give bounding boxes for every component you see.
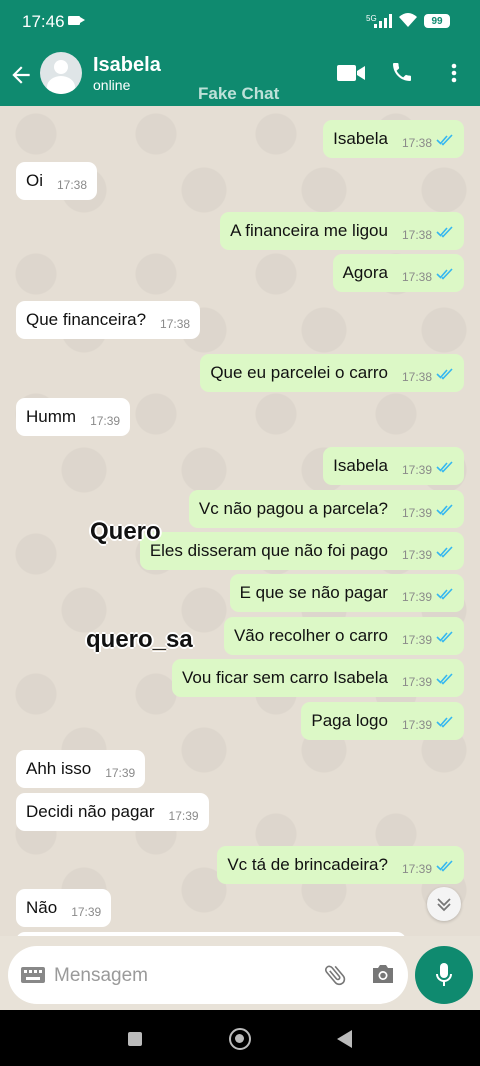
overlay-text-1: Quero — [90, 518, 161, 545]
battery-icon: 99 — [424, 14, 450, 28]
message-text: Ahh isso — [26, 759, 92, 778]
message-text: Humm — [26, 407, 77, 426]
message-time: 17:39 — [401, 675, 432, 689]
message-text: Isabela — [333, 456, 388, 475]
keyboard-icon[interactable] — [20, 966, 46, 984]
message-time: 17:38 — [401, 228, 432, 242]
message-time: 17:38 — [57, 178, 88, 192]
recent-apps-button[interactable] — [128, 1032, 142, 1046]
read-receipt-icon — [436, 368, 453, 380]
message-time: 17:38 — [401, 270, 432, 284]
outgoing-message[interactable]: Que eu parcelei o carro 17:38 — [200, 354, 464, 392]
message-text: Isabela — [333, 129, 388, 148]
message-text: A financeira me ligou — [230, 221, 388, 240]
read-receipt-icon — [436, 504, 453, 516]
status-bar: 17:46 5G 99 — [0, 0, 480, 44]
contact-name[interactable]: Isabela — [93, 54, 161, 77]
more-options-icon[interactable] — [444, 62, 464, 84]
incoming-message[interactable]: Humm 17:39 — [16, 398, 131, 436]
read-receipt-icon — [436, 631, 453, 643]
system-back-button[interactable] — [337, 1030, 352, 1048]
incoming-message[interactable]: Que financeira? 17:38 — [16, 301, 201, 339]
message-time: 17:39 — [105, 766, 136, 780]
read-receipt-icon — [436, 860, 453, 872]
contact-status: online — [93, 77, 131, 93]
outgoing-message[interactable]: Vc não pagou a parcela? 17:39 — [188, 490, 464, 528]
outgoing-message[interactable]: Agora 17:38 — [332, 254, 464, 292]
fake-chat-watermark: Fake Chat — [198, 84, 280, 103]
outgoing-message[interactable]: Vc tá de brincadeira? 17:39 — [217, 846, 464, 884]
chat-header: Isabela online Fake Chat — [0, 44, 480, 106]
message-text: Que eu parcelei o carro — [210, 363, 388, 382]
message-text: E que se não pagar — [239, 583, 388, 602]
message-time: 17:38 — [160, 317, 191, 331]
wifi-icon — [399, 13, 417, 27]
incoming-message[interactable]: Oi 17:38 — [16, 162, 98, 200]
outgoing-message[interactable]: Eles disseram que não foi pago 17:39 — [139, 532, 464, 570]
incoming-message[interactable]: Decidi não pagar 17:39 — [16, 793, 209, 831]
message-text: Não — [26, 898, 58, 917]
message-time: 17:39 — [401, 862, 432, 876]
outgoing-message[interactable]: E que se não pagar 17:39 — [229, 574, 464, 612]
signal-icon — [374, 14, 392, 28]
message-time: 17:38 — [401, 136, 432, 150]
message-text: Vc não pagou a parcela? — [198, 499, 388, 518]
message-time: 17:39 — [401, 590, 432, 604]
incoming-message[interactable]: Não 17:39 — [16, 889, 112, 927]
chevron-down-icon — [437, 898, 451, 912]
message-text: Paga logo — [311, 711, 388, 730]
message-text: Vou ficar sem carro Isabela — [181, 668, 388, 687]
message-input[interactable] — [52, 958, 306, 994]
message-time: 17:39 — [401, 548, 432, 562]
read-receipt-icon — [436, 268, 453, 280]
read-receipt-icon — [436, 673, 453, 685]
message-time: 17:38 — [401, 370, 432, 384]
message-text: Vc tá de brincadeira? — [227, 855, 388, 874]
read-receipt-icon — [436, 716, 453, 728]
scroll-to-bottom-button[interactable] — [427, 887, 461, 921]
home-button[interactable] — [229, 1028, 251, 1050]
message-time: 17:39 — [401, 718, 432, 732]
contact-avatar[interactable] — [40, 52, 82, 94]
incoming-message[interactable]: Ahh isso 17:39 — [16, 750, 146, 788]
microphone-icon — [436, 963, 452, 986]
message-time: 17:39 — [401, 463, 432, 477]
message-time: 17:39 — [168, 809, 199, 823]
outgoing-message[interactable]: Vão recolher o carro 17:39 — [223, 617, 464, 655]
voice-message-button[interactable] — [415, 946, 473, 1004]
overlay-text-2: quero_sa — [86, 626, 193, 653]
message-text: Que financeira? — [26, 310, 147, 329]
message-text: Agora — [342, 263, 388, 282]
video-call-icon[interactable] — [336, 62, 366, 84]
outgoing-message[interactable]: Vou ficar sem carro Isabela 17:39 — [171, 659, 464, 697]
camera-icon[interactable] — [370, 962, 396, 986]
status-time: 17:46 — [22, 12, 65, 31]
message-time: 17:39 — [401, 633, 432, 647]
read-receipt-icon — [436, 134, 453, 146]
outgoing-message[interactable]: Paga logo 17:39 — [301, 702, 464, 740]
message-text: Eles disseram que não foi pago — [149, 541, 388, 560]
outgoing-message[interactable]: Isabela 17:38 — [323, 120, 464, 158]
message-text: Oi — [26, 171, 43, 190]
system-navigation-bar — [0, 1010, 480, 1066]
outgoing-message[interactable]: A financeira me ligou 17:38 — [220, 212, 464, 250]
message-text: Vão recolher o carro — [233, 626, 388, 645]
attach-icon[interactable] — [322, 962, 348, 988]
message-composer — [8, 946, 408, 1004]
read-receipt-icon — [436, 588, 453, 600]
incoming-message-partial — [16, 932, 406, 936]
message-time: 17:39 — [90, 414, 121, 428]
message-time: 17:39 — [71, 905, 102, 919]
read-receipt-icon — [436, 461, 453, 473]
read-receipt-icon — [436, 546, 453, 558]
message-text: Decidi não pagar — [26, 802, 155, 821]
back-arrow-icon[interactable] — [8, 62, 34, 88]
chat-area[interactable]: Isabela 17:38 Oi 17:38 A financeira me ligou… — [0, 106, 480, 936]
message-time: 17:39 — [401, 506, 432, 520]
read-receipt-icon — [436, 226, 453, 238]
phone-call-icon[interactable] — [390, 60, 414, 84]
outgoing-message[interactable]: Isabela 17:39 — [323, 447, 464, 485]
screen-record-icon — [68, 16, 85, 25]
